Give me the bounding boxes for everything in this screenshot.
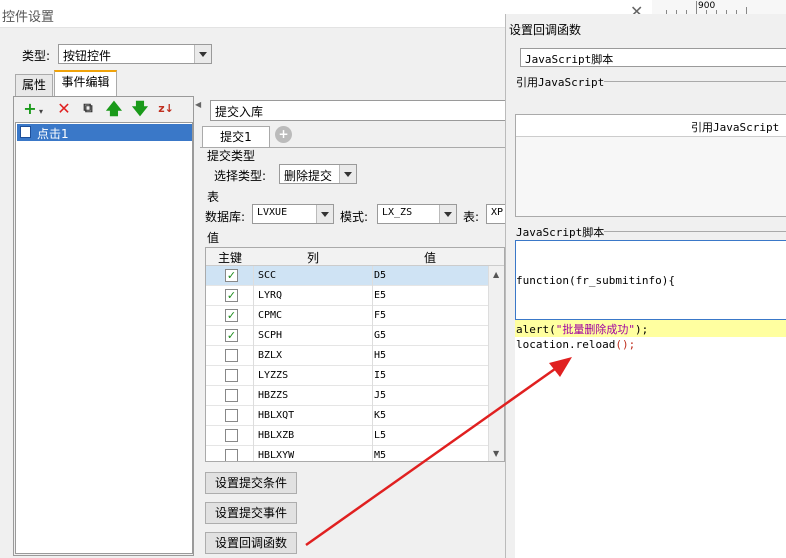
- annotation-arrow: [305, 357, 572, 547]
